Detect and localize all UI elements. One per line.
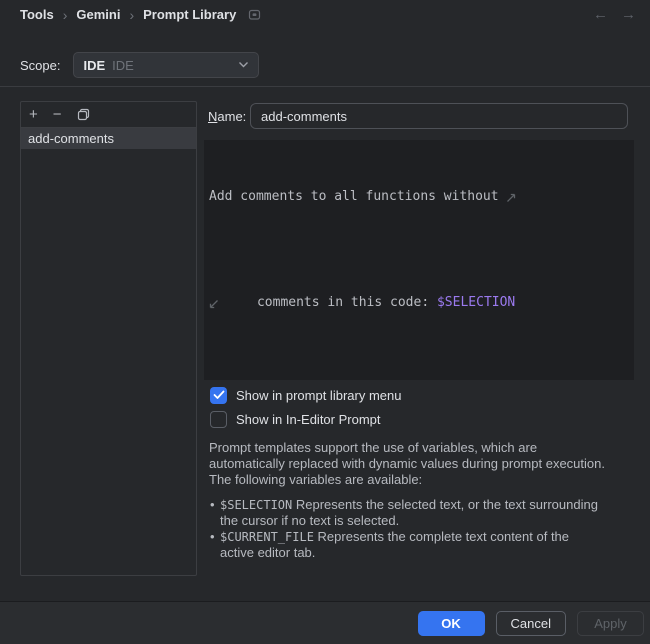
checkbox-show-in-prompt-library[interactable]: [210, 387, 227, 404]
option-show-in-prompt-library: Show in prompt library menu: [210, 386, 401, 404]
cancel-button[interactable]: Cancel: [496, 611, 566, 636]
remove-icon[interactable]: −: [53, 107, 62, 122]
variable-text: Represents the selected text, or the tex…: [292, 497, 598, 512]
breadcrumb-chevron-icon: ›: [63, 8, 68, 22]
scope-hint-text: IDE: [112, 58, 134, 73]
description-line: Prompt templates support the use of vari…: [209, 440, 643, 456]
soft-wrap-icon: [506, 144, 553, 251]
name-row: Name:: [208, 103, 628, 129]
variable-text: active editor tab.: [220, 545, 643, 561]
variable-text: the cursor if no text is selected.: [220, 513, 643, 529]
breadcrumb-chevron-icon: ›: [129, 8, 134, 22]
variable-selection: $SELECTION Represents the selected text,…: [209, 497, 643, 529]
checkbox-label: Show in prompt library menu: [236, 388, 401, 403]
editor-text: comments in this code:: [257, 291, 437, 315]
apply-button: Apply: [577, 611, 644, 636]
prompt-list: add-comments: [21, 128, 196, 149]
list-item-add-comments[interactable]: add-comments: [21, 128, 196, 149]
option-show-in-editor-prompt: Show in In-Editor Prompt: [210, 410, 381, 428]
footer-button-bar: OK Cancel Apply: [0, 602, 650, 644]
scope-dropdown[interactable]: IDE IDE: [73, 52, 259, 78]
chevron-down-icon: [238, 61, 249, 69]
editor-line: Add comments to all functions without: [209, 142, 630, 251]
variables-list: $SELECTION Represents the selected text,…: [209, 497, 643, 561]
copy-settings-icon[interactable]: [248, 8, 261, 21]
checkbox-show-in-editor-prompt[interactable]: [210, 411, 227, 428]
soft-wrap-continuation-icon: [209, 251, 256, 358]
prompt-list-panel: + − add-comments: [20, 101, 197, 576]
forward-arrow-icon[interactable]: →: [621, 6, 636, 24]
scope-label: Scope:: [20, 58, 60, 73]
header-divider: [0, 86, 650, 87]
editor-text: Add comments to all functions without: [209, 185, 499, 209]
description-line: automatically replaced with dynamic valu…: [209, 456, 643, 472]
history-nav: ← →: [593, 6, 636, 24]
variable-current-file: $CURRENT_FILE Represents the complete te…: [209, 529, 643, 561]
variables-description: Prompt templates support the use of vari…: [209, 440, 643, 561]
variable-name: $CURRENT_FILE: [220, 530, 314, 544]
editor-line: comments in this code: $SELECTION: [209, 251, 630, 354]
checkbox-label: Show in In-Editor Prompt: [236, 412, 381, 427]
name-label: Name:: [208, 109, 250, 124]
back-arrow-icon[interactable]: ←: [593, 6, 608, 24]
variable-text: Represents the complete text content of …: [314, 529, 569, 544]
breadcrumb: Tools › Gemini › Prompt Library: [20, 7, 261, 22]
breadcrumb-gemini[interactable]: Gemini: [76, 7, 120, 22]
description-line: The following variables are available:: [209, 472, 643, 488]
variable-name: $SELECTION: [220, 498, 292, 512]
add-icon[interactable]: +: [29, 107, 38, 122]
scope-selected-value: IDE: [83, 58, 105, 73]
prompt-editor[interactable]: Add comments to all functions without co…: [204, 140, 634, 380]
scope-row: Scope: IDE IDE: [20, 52, 259, 78]
breadcrumb-prompt-library: Prompt Library: [143, 7, 236, 22]
list-toolbar: + −: [21, 102, 196, 128]
duplicate-icon[interactable]: [77, 108, 90, 121]
breadcrumb-tools[interactable]: Tools: [20, 7, 54, 22]
ok-button[interactable]: OK: [418, 611, 485, 636]
name-input[interactable]: [250, 103, 628, 129]
selection-variable-token: $SELECTION: [437, 291, 515, 315]
